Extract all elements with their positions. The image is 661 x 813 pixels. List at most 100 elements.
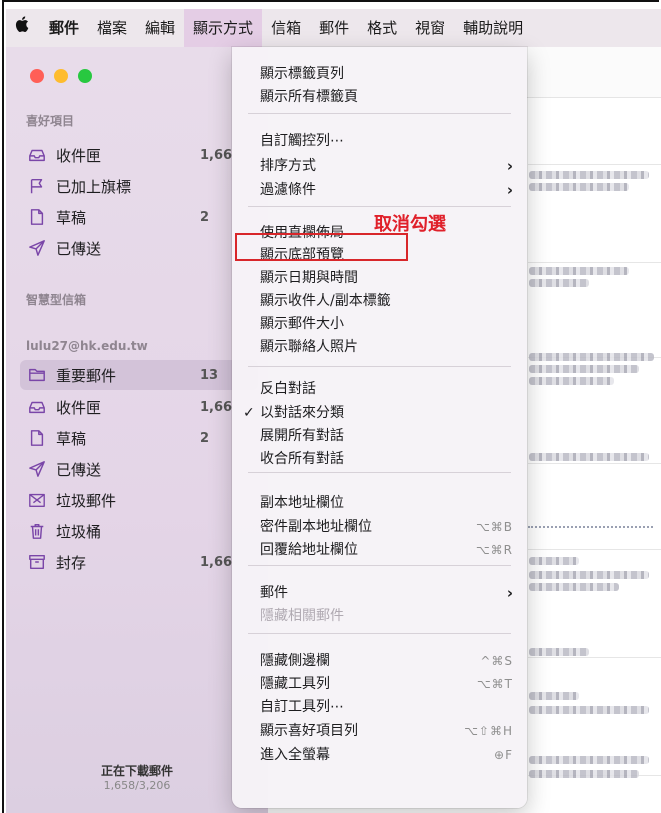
blurred-message-text (529, 377, 614, 385)
menubar-window[interactable]: 視窗 (406, 9, 454, 47)
menu-item[interactable]: 顯示喜好項目列 ⌥⇧⌘H (232, 720, 527, 743)
menu-item[interactable]: 收合所有對話 (232, 448, 527, 471)
sidebar-item[interactable]: 垃圾郵件 (20, 485, 258, 515)
menubar-file[interactable]: 檔案 (88, 9, 136, 47)
apple-icon[interactable] (6, 9, 40, 47)
menu-item-label: 副本地址欄位 (260, 495, 344, 511)
menu-item-label: 顯示喜好項目列 (260, 723, 358, 739)
sidebar-item-label: 草稿 (56, 208, 87, 227)
frame-line-top (2, 0, 659, 2)
menu-item-label: 顯示聯絡人照片 (260, 339, 358, 355)
menu-item[interactable]: 隱藏工具列 ⌥⌘T (232, 673, 527, 696)
blurred-message-text (529, 756, 649, 764)
sidebar-item[interactable]: 收件匣 1,66 (20, 392, 258, 422)
menubar-mail[interactable]: 郵件 (40, 9, 88, 47)
menu-item[interactable]: 顯示聯絡人照片 (232, 336, 527, 359)
menubar-help[interactable]: 輔助說明 (454, 9, 532, 47)
sidebar-item-count: 1,66 (200, 399, 233, 415)
sidebar-item-label: 垃圾桶 (56, 522, 102, 541)
menu-item-label: 隱藏側邊欄 (260, 653, 330, 669)
blurred-message-text (529, 692, 579, 700)
sidebar-item-label: 重要郵件 (56, 366, 117, 385)
sidebar-item-count: 13 (200, 367, 219, 383)
menu-item-label: 過濾條件 (260, 182, 316, 198)
menubar-edit[interactable]: 編輯 (136, 9, 184, 47)
menu-item[interactable]: 顯示日期與時間 (232, 267, 527, 290)
sidebar-item[interactable]: 封存 1,66 (20, 547, 258, 577)
menu-item-label: 顯示郵件大小 (260, 316, 344, 332)
blurred-message-text (529, 571, 649, 579)
blurred-message-text (529, 267, 629, 275)
highlight-box (235, 233, 408, 261)
flag-icon (26, 175, 48, 197)
sidebar-item[interactable]: 已傳送 (20, 454, 258, 484)
menu-item[interactable]: 自訂觸控列⋯ (232, 130, 527, 153)
download-status: 正在下載郵件 1,658/3,206 (6, 762, 268, 792)
sidebar-item[interactable]: 垃圾桶 (20, 516, 258, 546)
sidebar-item-label: 收件匣 (56, 398, 102, 417)
document-icon (26, 427, 48, 449)
menu-item: 隱藏相關郵件 (232, 605, 527, 628)
menu-item-label: 自訂工具列⋯ (260, 699, 344, 715)
menu-item-shortcut: ⌥⌘T (476, 677, 513, 691)
menu-item-label: 隱藏工具列 (260, 676, 330, 692)
close-window-button[interactable] (30, 69, 44, 83)
menu-item-shortcut: ⌥⇧⌘H (464, 724, 513, 738)
dotted-divider (528, 526, 653, 528)
sidebar-item[interactable]: 草稿 2 (20, 423, 258, 453)
menu-bar: 郵件 檔案 編輯 顯示方式 信箱 郵件 格式 視窗 輔助說明 (6, 9, 661, 47)
blurred-message-text (529, 557, 579, 565)
menu-item[interactable]: 排序方式 › (232, 155, 527, 178)
menu-item[interactable]: 顯示標籤頁列 (232, 63, 527, 86)
blurred-message-text (529, 453, 649, 461)
menu-item-label: 顯示所有標籤頁 (260, 89, 358, 105)
blurred-message-text (529, 770, 639, 778)
menu-item[interactable]: 顯示郵件大小 (232, 313, 527, 336)
menu-item[interactable]: 回覆給地址欄位 ⌥⌘R (232, 539, 527, 562)
tray-icon (26, 144, 48, 166)
sidebar-item[interactable]: 重要郵件 13 (20, 360, 258, 390)
menu-item[interactable]: 自訂工具列⋯ (232, 696, 527, 719)
menu-item[interactable]: 副本地址欄位 (232, 492, 527, 515)
menubar-view[interactable]: 顯示方式 (184, 9, 263, 47)
minimize-window-button[interactable] (54, 69, 68, 83)
sidebar-item-label: 收件匣 (56, 146, 102, 165)
sidebar-item[interactable]: 已傳送 (20, 233, 258, 263)
menu-item[interactable]: 密件副本地址欄位 ⌥⌘B (232, 516, 527, 539)
menu-item[interactable]: 反白對話 (232, 378, 527, 401)
menu-item[interactable]: ✓ 以對話來分類 (232, 402, 527, 425)
menu-separator (248, 565, 511, 566)
menu-item[interactable]: 展開所有對話 (232, 425, 527, 448)
menu-item-label: 顯示日期與時間 (260, 270, 358, 286)
annotation-text: 取消勾選 (374, 214, 446, 235)
zoom-window-button[interactable] (78, 69, 92, 83)
blurred-message-text (529, 706, 649, 714)
menu-item-label: 隱藏相關郵件 (260, 608, 344, 624)
menu-separator (248, 206, 511, 207)
archive-icon (26, 551, 48, 573)
menu-item[interactable]: 隱藏側邊欄 ^⌘S (232, 650, 527, 673)
sidebar-item[interactable]: 草稿 2 (20, 202, 258, 232)
menu-item-label: 郵件 (260, 585, 288, 601)
menu-item-label: 回覆給地址欄位 (260, 542, 358, 558)
menu-item-label: 進入全螢幕 (260, 747, 330, 763)
frame-line-left (2, 0, 4, 813)
menubar-message[interactable]: 郵件 (310, 9, 358, 47)
message-separator (528, 657, 661, 658)
sidebar-item-label: 封存 (56, 553, 87, 572)
tray-icon (26, 396, 48, 418)
menu-separator (248, 472, 511, 473)
blurred-message-text (529, 183, 629, 191)
sidebar-item[interactable]: 已加上旗標 (20, 171, 258, 201)
menu-item[interactable]: 過濾條件 › (232, 179, 527, 202)
menu-item[interactable]: 顯示收件人/副本標籤 (232, 290, 527, 313)
sidebar: 喜好項目 收件匣 1,66 已加上旗標 草稿 2 已傳送 智慧型信箱 lulu27@hk.edu… (6, 47, 268, 813)
menu-item[interactable]: 進入全螢幕 ⊕F (232, 744, 527, 767)
smart-mailboxes-header: 智慧型信箱 (26, 293, 87, 307)
menubar-format[interactable]: 格式 (358, 9, 406, 47)
sidebar-item[interactable]: 收件匣 1,66 (20, 140, 258, 170)
menu-item[interactable]: 郵件 › (232, 582, 527, 605)
menu-item[interactable]: 顯示所有標籤頁 (232, 86, 527, 109)
menubar-mailbox[interactable]: 信箱 (262, 9, 310, 47)
window-controls (30, 69, 92, 83)
